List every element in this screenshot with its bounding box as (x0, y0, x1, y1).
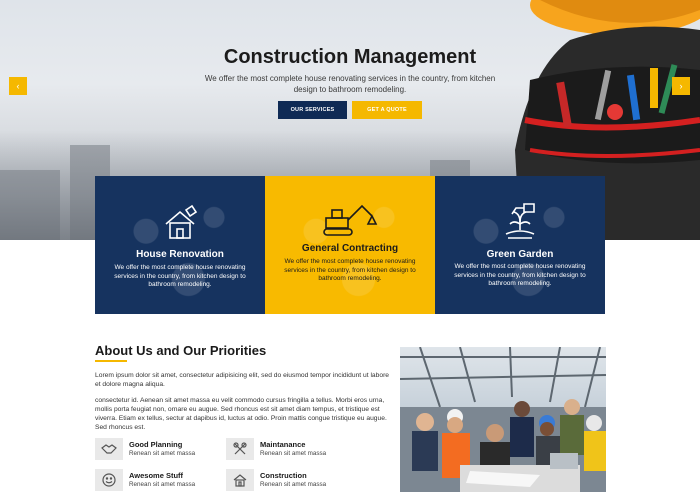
our-services-button[interactable]: OUR SERVICES (278, 101, 347, 119)
garden-icon (435, 200, 605, 242)
get-a-quote-button[interactable]: GET A QUOTE (352, 101, 422, 119)
feature-title: General Contracting (301, 243, 399, 254)
services-strip: House Renovation We offer the most compl… (95, 176, 605, 314)
card-background-photo (435, 176, 605, 314)
feature-card-green-garden[interactable]: Green Garden We offer the most complete … (435, 176, 605, 314)
priority-subtitle: Renean sit amet massa (129, 481, 196, 488)
feature-card-general-contracting[interactable]: General Contracting We offer the most co… (265, 176, 435, 314)
priority-maintanance: Maintanance Renean sit amet massa (226, 438, 326, 460)
priority-title: Awesome Stuff (129, 471, 184, 480)
house-build-icon (226, 469, 254, 491)
excavator-icon (265, 202, 435, 238)
house-icon (95, 204, 265, 244)
slider-next-arrow-icon[interactable]: › (672, 77, 690, 95)
priority-title: Maintanance (260, 440, 306, 449)
smiley-icon (95, 469, 123, 491)
priority-title: Good Planning (129, 440, 183, 449)
priority-construction: Construction Renean sit amet massa (226, 469, 326, 491)
priority-good-planning: Good Planning Renean sit amet massa (95, 438, 195, 460)
feature-text: We offer the most complete house renovat… (284, 258, 416, 282)
hero-title: Construction Management (223, 46, 477, 68)
about-title: About Us and Our Priorities (95, 343, 267, 358)
priority-awesome-stuff: Awesome Stuff Renean sit amet massa (95, 469, 195, 491)
slider-prev-arrow-icon[interactable]: ‹ (9, 77, 27, 95)
feature-text: We offer the most complete house renovat… (454, 263, 586, 287)
priority-subtitle: Renean sit amet massa (260, 450, 327, 457)
hero-subtitle: We offer the most complete house renovat… (204, 74, 496, 94)
priority-subtitle: Renean sit amet massa (260, 481, 327, 488)
title-underline (95, 360, 127, 362)
tools-icon (226, 438, 254, 460)
feature-title: House Renovation (136, 249, 224, 260)
priority-title: Construction (260, 471, 307, 480)
feature-title: Green Garden (486, 249, 554, 260)
card-background-photo (95, 176, 265, 314)
feature-card-house-renovation[interactable]: House Renovation We offer the most compl… (95, 176, 265, 314)
team-meeting-photo (400, 347, 606, 492)
about-paragraph-2: consectetur id. Aenean sit amet massa eu… (95, 397, 387, 431)
about-paragraph-1: Lorem ipsum dolor sit amet, consectetur … (95, 372, 390, 388)
priority-subtitle: Renean sit amet massa (129, 450, 196, 457)
handshake-icon (95, 438, 123, 460)
feature-text: We offer the most complete house renovat… (114, 264, 246, 288)
